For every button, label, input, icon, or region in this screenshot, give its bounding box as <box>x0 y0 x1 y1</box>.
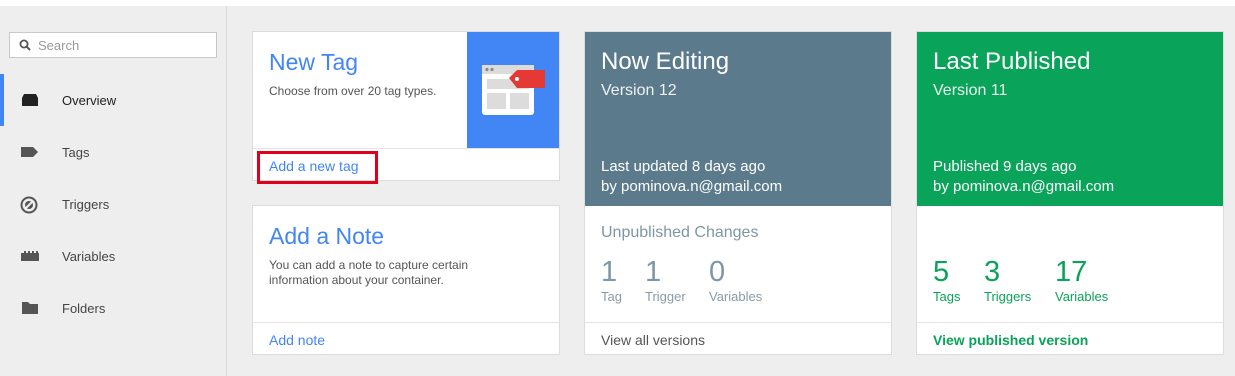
add-note-description: You can add a note to capture certain in… <box>269 258 469 287</box>
add-note-footer: Add note <box>253 322 559 354</box>
sidebar-item-label: Overview <box>62 92 117 108</box>
add-note-link[interactable]: Add note <box>269 332 325 348</box>
view-published-version-link[interactable]: View published version <box>933 332 1088 348</box>
stat-label: Tag <box>601 289 622 304</box>
sidebar-item-tags[interactable]: Tags <box>0 126 226 178</box>
search-box[interactable] <box>9 32 217 58</box>
updated-by-text: by pominova.n@gmail.com <box>601 178 783 195</box>
sidebar-item-label: Triggers <box>62 196 110 212</box>
folder-icon <box>20 300 40 316</box>
tag-icon <box>20 144 40 160</box>
sidebar-item-folders[interactable]: Folders <box>0 282 226 334</box>
sidebar: Overview Tags Triggers Variables Folders <box>0 6 227 376</box>
search-input[interactable] <box>38 37 198 53</box>
stat-variables: 0 Variables <box>709 256 762 304</box>
new-tag-card: New Tag Choose from over 20 tag types. A… <box>252 31 560 184</box>
overview-icon <box>20 92 40 108</box>
sidebar-item-label: Variables <box>62 248 116 264</box>
stat-variables: 17 Variables <box>1055 256 1108 304</box>
new-tag-footer: Add a new tag <box>253 148 559 184</box>
stat-value: 0 <box>709 256 726 288</box>
new-tag-description: Choose from over 20 tag types. <box>269 84 437 98</box>
now-editing-card: Now Editing Version 12 Last updated 8 da… <box>584 31 892 355</box>
variables-icon <box>20 248 40 264</box>
unpublished-changes-title: Unpublished Changes <box>601 224 759 241</box>
last-published-header: Last Published Version 11 Published 9 da… <box>917 32 1223 206</box>
stat-label: Tags <box>933 289 961 304</box>
now-editing-version: Version 12 <box>601 82 677 99</box>
sidebar-item-label: Tags <box>62 144 90 160</box>
stat-label: Variables <box>709 289 763 304</box>
stat-label: Trigger <box>645 289 686 304</box>
sidebar-item-variables[interactable]: Variables <box>0 230 226 282</box>
add-note-card: Add a Note You can add a note to capture… <box>252 205 560 355</box>
stat-tags: 5 Tags <box>933 256 960 304</box>
sidebar-item-label: Folders <box>62 300 106 316</box>
last-published-title: Last Published <box>933 48 1091 75</box>
last-published-footer: View published version <box>917 322 1223 354</box>
trigger-icon <box>20 196 40 214</box>
stat-value: 3 <box>984 256 1001 288</box>
stat-trigger: 1 Trigger <box>645 256 686 304</box>
stat-value: 17 <box>1055 256 1088 288</box>
last-published-card: Last Published Version 11 Published 9 da… <box>916 31 1224 355</box>
stat-value: 5 <box>933 256 950 288</box>
stat-label: Triggers <box>984 289 1032 304</box>
last-updated-text: Last updated 8 days ago <box>601 158 766 175</box>
stat-label: Variables <box>1055 289 1109 304</box>
highlight-box <box>257 151 378 184</box>
published-by-text: by pominova.n@gmail.com <box>933 178 1115 195</box>
last-published-version: Version 11 <box>933 82 1008 99</box>
view-all-versions-link[interactable]: View all versions <box>601 332 705 348</box>
published-ago-text: Published 9 days ago <box>933 158 1077 175</box>
stat-value: 1 <box>601 256 618 288</box>
sidebar-item-triggers[interactable]: Triggers <box>0 178 226 230</box>
now-editing-title: Now Editing <box>601 48 730 75</box>
search-icon <box>19 39 31 51</box>
tag-illustration-icon <box>467 32 559 148</box>
stat-triggers: 3 Triggers <box>984 256 1031 304</box>
new-tag-title: New Tag <box>269 49 359 75</box>
now-editing-header: Now Editing Version 12 Last updated 8 da… <box>585 32 891 206</box>
now-editing-footer: View all versions <box>585 322 891 354</box>
stat-value: 1 <box>645 256 662 288</box>
stat-tag: 1 Tag <box>601 256 622 304</box>
add-note-title: Add a Note <box>269 223 385 249</box>
sidebar-item-overview[interactable]: Overview <box>0 74 226 126</box>
